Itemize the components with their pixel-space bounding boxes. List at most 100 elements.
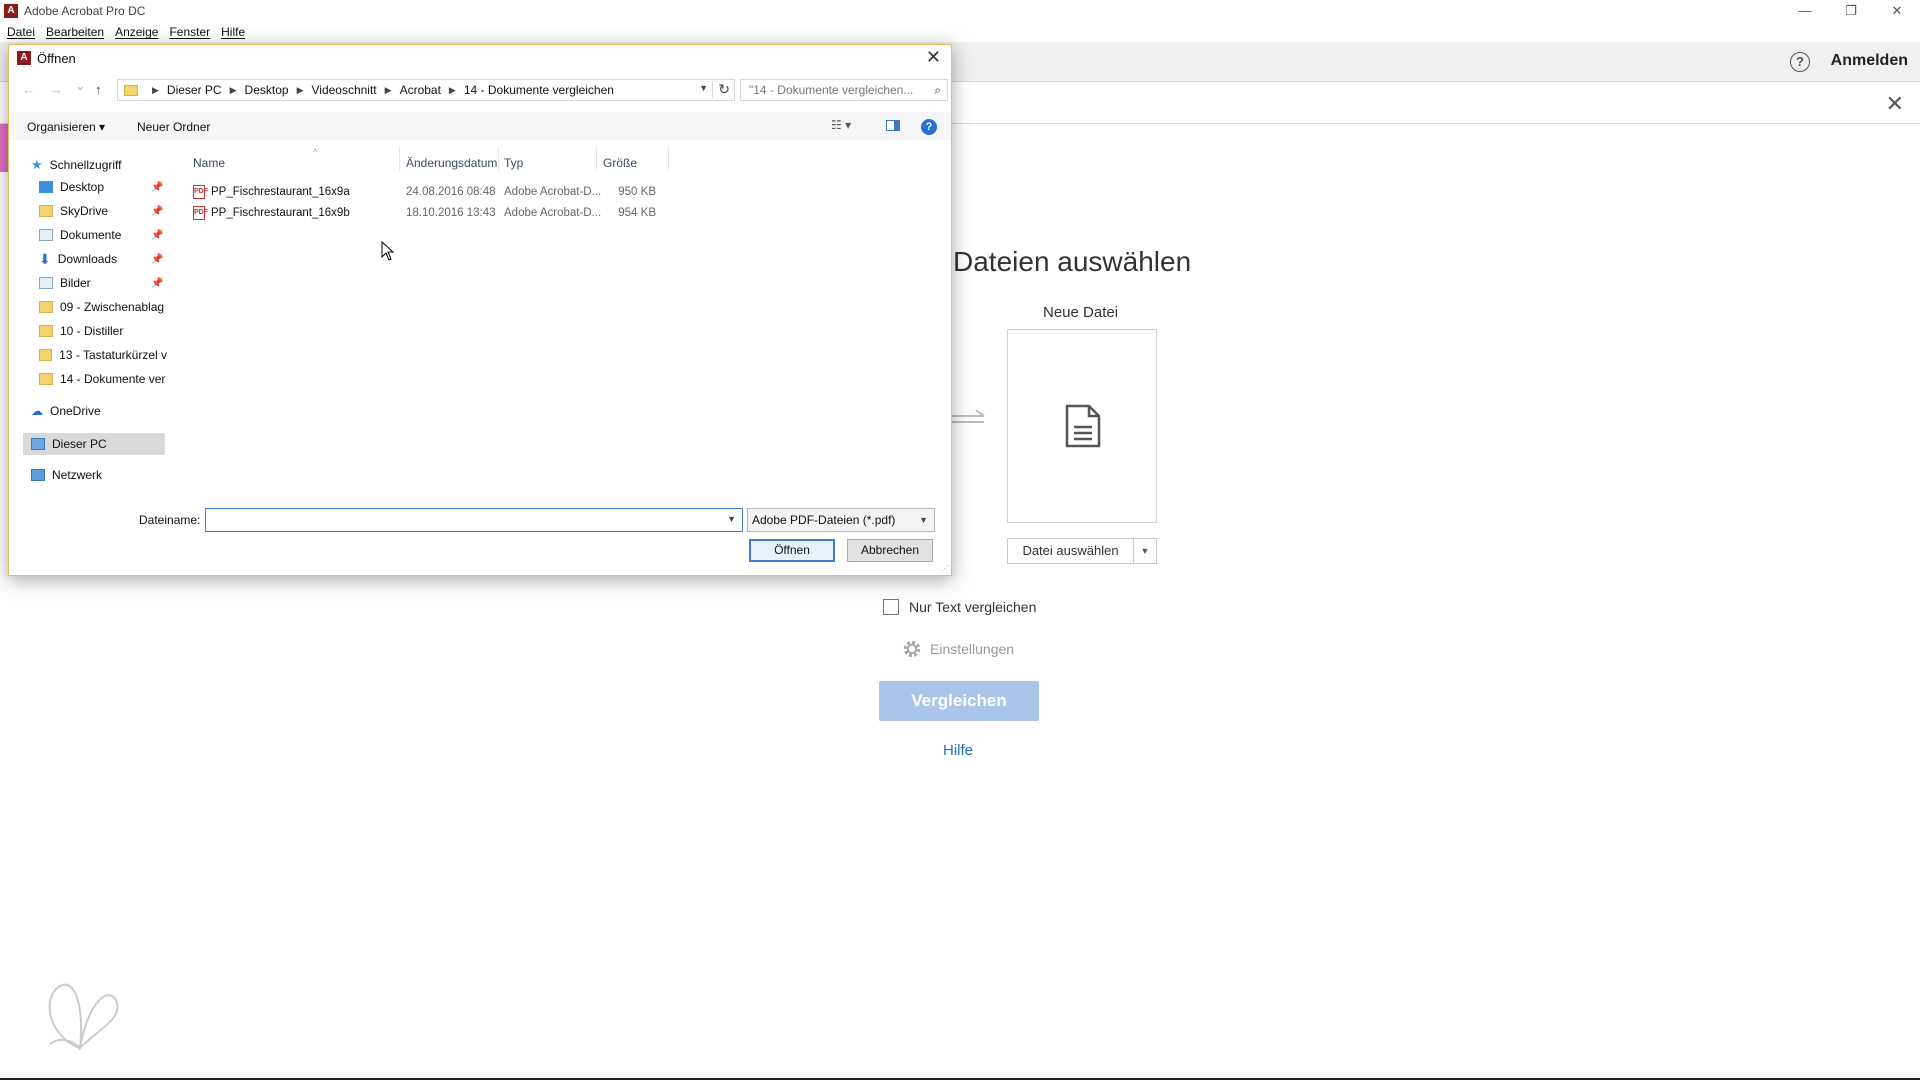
pin-icon[interactable]: 📌 bbox=[151, 254, 163, 265]
file-row[interactable]: PDF PP_Fischrestaurant_16x9b 18.10.2016 … bbox=[179, 203, 779, 223]
breadcrumb-separator-icon[interactable]: ▶ bbox=[297, 85, 304, 96]
new-folder-button[interactable]: Neuer Ordner bbox=[137, 120, 210, 134]
nav-item-label[interactable]: Dokumente bbox=[60, 228, 121, 242]
nav-item-label[interactable]: Netzwerk bbox=[52, 468, 102, 482]
help-link[interactable]: Hilfe bbox=[943, 742, 973, 759]
refresh-icon[interactable]: ↻ bbox=[712, 81, 730, 98]
column-header-type[interactable]: Typ bbox=[504, 156, 523, 170]
column-divider[interactable] bbox=[498, 147, 499, 171]
recent-locations-icon[interactable]: ⌄ bbox=[75, 78, 86, 94]
nav-item-downloads[interactable]: ⬇ Downloads 📌 bbox=[39, 249, 179, 269]
pin-icon[interactable]: 📌 bbox=[151, 230, 163, 241]
nav-item-label[interactable]: Dieser PC bbox=[52, 437, 107, 451]
column-header-date[interactable]: Änderungsdatum bbox=[406, 156, 497, 170]
nav-item-desktop[interactable]: Desktop 📌 bbox=[39, 177, 179, 197]
resize-grip-icon[interactable]: ⋰ bbox=[941, 564, 949, 573]
nav-item-network[interactable]: Netzwerk bbox=[31, 465, 102, 485]
text-only-label[interactable]: Nur Text vergleichen bbox=[909, 599, 1036, 615]
organize-menu-button[interactable]: Organisieren ▾ bbox=[27, 120, 105, 134]
nav-item-bilder[interactable]: Bilder 📌 bbox=[39, 273, 179, 293]
text-only-checkbox[interactable] bbox=[883, 599, 899, 615]
nav-item-onedrive[interactable]: ☁ OneDrive bbox=[31, 401, 101, 421]
dialog-close-button[interactable]: ✕ bbox=[926, 47, 941, 68]
file-type-filter-value[interactable]: Adobe PDF-Dateien (*.pdf) bbox=[752, 513, 895, 527]
nav-item-this-pc[interactable]: Dieser PC bbox=[23, 433, 165, 455]
new-file-drop-area[interactable] bbox=[1007, 329, 1157, 523]
column-divider[interactable] bbox=[399, 147, 400, 171]
breadcrumb-separator-icon[interactable]: ▶ bbox=[449, 85, 456, 96]
column-divider[interactable] bbox=[668, 147, 669, 171]
chevron-down-icon[interactable]: ▼ bbox=[919, 509, 928, 531]
nav-item-folder-09[interactable]: 09 - Zwischenablag bbox=[39, 297, 167, 317]
search-icon[interactable]: ⌕ bbox=[934, 80, 941, 100]
nav-item-label[interactable]: 14 - Dokumente ver bbox=[60, 372, 165, 386]
file-row[interactable]: PDF PP_Fischrestaurant_16x9a 24.08.2016 … bbox=[179, 182, 779, 202]
breadcrumb-desktop[interactable]: Desktop bbox=[245, 83, 289, 97]
minimize-button[interactable]: — bbox=[1782, 0, 1828, 22]
filename-combobox[interactable]: ▼ bbox=[205, 508, 743, 532]
column-header-size[interactable]: Größe bbox=[603, 156, 637, 170]
address-bar[interactable]: ▶ Dieser PC ▶ Desktop ▶ Videoschnitt ▶ A… bbox=[117, 79, 735, 101]
up-arrow-icon[interactable]: ↑ bbox=[95, 82, 102, 97]
text-only-option[interactable]: Nur Text vergleichen bbox=[883, 599, 1036, 615]
pin-icon[interactable]: 📌 bbox=[151, 206, 163, 217]
nav-item-label[interactable]: 13 - Tastaturkürzel v bbox=[59, 348, 167, 362]
pin-icon[interactable]: 📌 bbox=[151, 182, 163, 193]
back-arrow-icon[interactable]: ← bbox=[22, 82, 35, 97]
dialog-help-icon[interactable]: ? bbox=[921, 119, 937, 135]
nav-item-label[interactable]: Bilder bbox=[60, 276, 91, 290]
select-file-label[interactable]: Datei auswählen bbox=[1008, 539, 1134, 563]
pin-icon[interactable]: 📌 bbox=[151, 278, 163, 289]
view-options-icon[interactable]: ☷ ▾ bbox=[831, 118, 851, 132]
breadcrumb-separator-icon[interactable]: ▶ bbox=[152, 85, 159, 96]
preview-pane-icon[interactable] bbox=[886, 120, 900, 131]
nav-item-folder-10[interactable]: 10 - Distiller bbox=[39, 321, 167, 341]
filename-dropdown-icon[interactable]: ▼ bbox=[727, 514, 736, 524]
cancel-button[interactable]: Abbrechen bbox=[847, 539, 933, 562]
close-tool-icon[interactable]: ✕ bbox=[1886, 93, 1904, 115]
help-icon[interactable]: ? bbox=[1790, 52, 1810, 72]
search-placeholder[interactable]: "14 - Dokumente vergleichen... bbox=[749, 83, 913, 97]
address-dropdown-icon[interactable]: ▼ bbox=[699, 83, 708, 93]
menu-fenster[interactable]: Fenster bbox=[169, 25, 210, 39]
nav-item-folder-14[interactable]: 14 - Dokumente ver bbox=[39, 369, 167, 389]
close-window-button[interactable]: ✕ bbox=[1874, 0, 1920, 22]
breadcrumb-separator-icon[interactable]: ▶ bbox=[385, 85, 392, 96]
breadcrumb-current-folder[interactable]: 14 - Dokumente vergleichen bbox=[464, 83, 614, 97]
restore-button[interactable]: ❐ bbox=[1828, 0, 1874, 22]
filename-input[interactable] bbox=[206, 509, 706, 531]
nav-item-skydrive[interactable]: SkyDrive 📌 bbox=[39, 201, 179, 221]
menu-hilfe[interactable]: Hilfe bbox=[221, 25, 245, 39]
search-input[interactable]: "14 - Dokumente vergleichen... ⌕ bbox=[740, 79, 948, 101]
nav-item-label[interactable]: SkyDrive bbox=[60, 204, 108, 218]
file-type-filter-select[interactable]: Adobe PDF-Dateien (*.pdf) ▼ bbox=[747, 508, 935, 532]
menu-anzeige[interactable]: Anzeige bbox=[115, 25, 158, 39]
nav-item-label[interactable]: 10 - Distiller bbox=[60, 324, 123, 338]
nav-item-label[interactable]: OneDrive bbox=[50, 404, 101, 418]
settings-label[interactable]: Einstellungen bbox=[930, 641, 1014, 657]
column-divider[interactable] bbox=[596, 147, 597, 171]
breadcrumb-dieser-pc[interactable]: Dieser PC bbox=[167, 83, 222, 97]
nav-item-label[interactable]: Downloads bbox=[58, 252, 117, 266]
select-file-button[interactable]: Datei auswählen ▼ bbox=[1007, 538, 1157, 564]
open-button[interactable]: Öffnen bbox=[749, 539, 835, 562]
breadcrumb-separator-icon[interactable]: ▶ bbox=[230, 85, 237, 96]
settings-link[interactable]: Einstellungen bbox=[902, 639, 1014, 659]
nav-item-quick-access[interactable]: ★ Schnellzugriff bbox=[31, 155, 121, 175]
column-header-name[interactable]: Name bbox=[193, 156, 225, 170]
file-name[interactable]: PP_Fischrestaurant_16x9b bbox=[211, 207, 350, 219]
sign-in-link[interactable]: Anmelden bbox=[1831, 52, 1908, 70]
breadcrumb-videoschnitt[interactable]: Videoschnitt bbox=[311, 83, 376, 97]
nav-item-label[interactable]: Schnellzugriff bbox=[50, 158, 122, 172]
menu-datei[interactable]: Datei bbox=[7, 25, 35, 39]
nav-item-label[interactable]: 09 - Zwischenablag bbox=[60, 300, 164, 314]
menu-bearbeiten[interactable]: Bearbeiten bbox=[46, 25, 104, 39]
nav-item-label[interactable]: Desktop bbox=[60, 180, 104, 194]
chevron-down-icon[interactable]: ▼ bbox=[1134, 539, 1156, 563]
forward-arrow-icon[interactable]: → bbox=[50, 82, 63, 97]
nav-item-folder-13[interactable]: 13 - Tastaturkürzel v bbox=[39, 345, 167, 365]
file-name[interactable]: PP_Fischrestaurant_16x9a bbox=[211, 186, 350, 198]
nav-item-dokumente[interactable]: Dokumente 📌 bbox=[39, 225, 179, 245]
compare-button[interactable]: Vergleichen bbox=[879, 681, 1039, 721]
breadcrumb-acrobat[interactable]: Acrobat bbox=[400, 83, 441, 97]
